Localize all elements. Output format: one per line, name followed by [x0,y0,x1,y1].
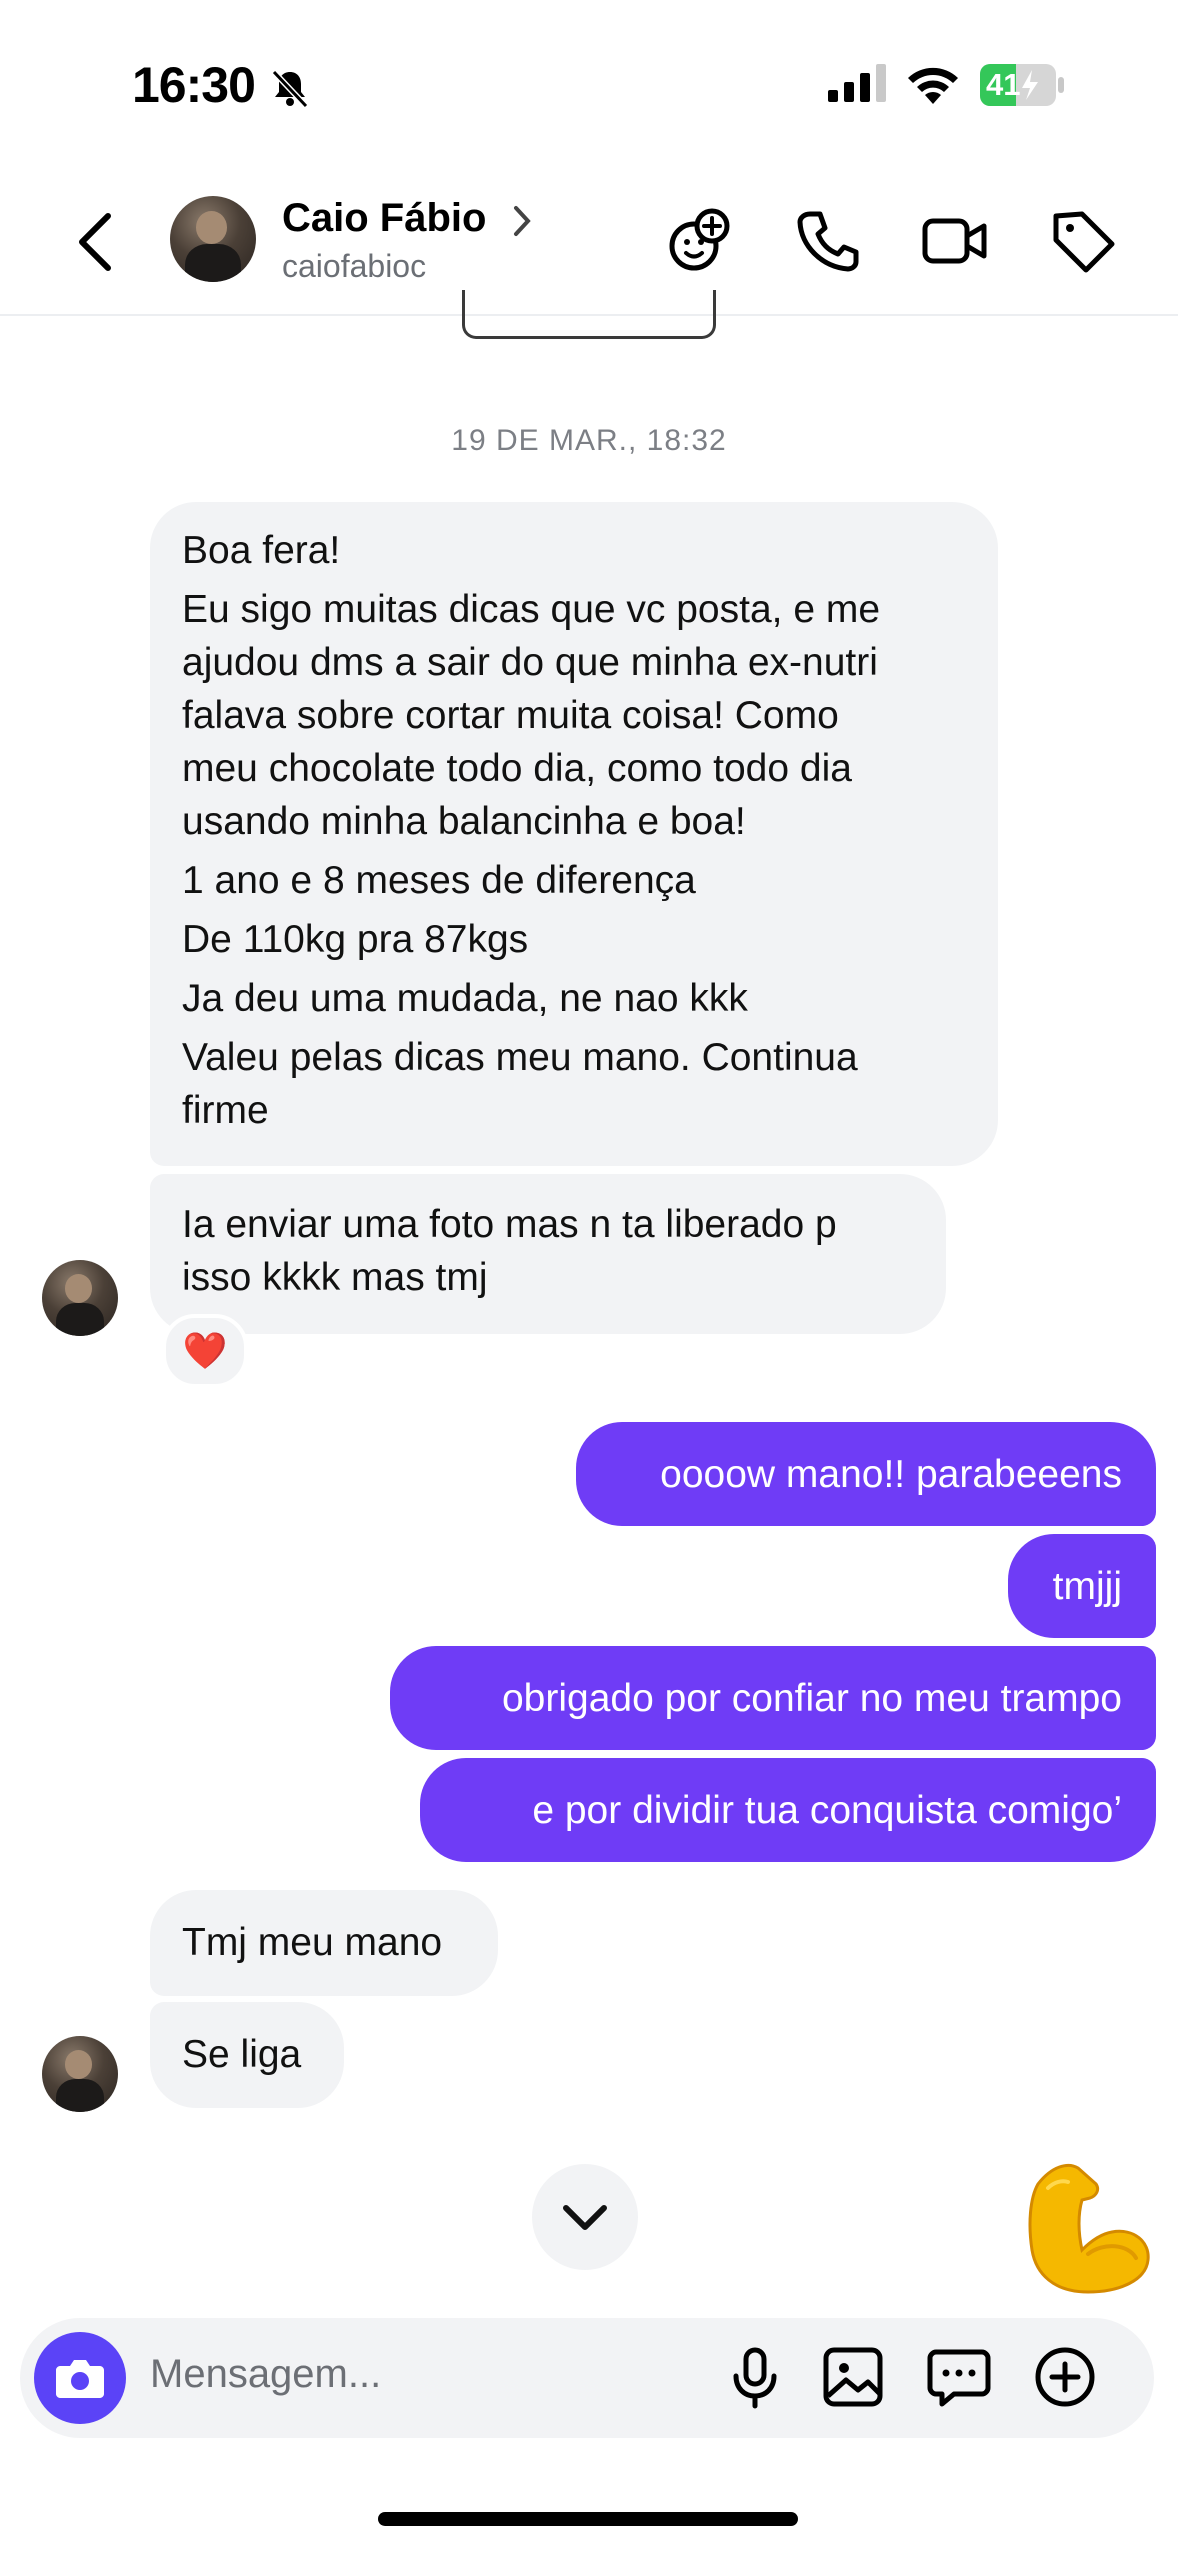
flexed-biceps-emoji[interactable] [1008,2154,1158,2304]
scroll-to-bottom-button[interactable] [532,2164,638,2270]
message-text: Se liga [182,2033,302,2076]
message-text: obrigado por confiar no meu trampo [501,1677,1122,1720]
status-time: 16:30 [132,57,256,113]
message-text: Ia enviar uma foto mas n ta liberado p is… [182,1198,837,1304]
battery-level: 41 [986,67,1021,102]
battery-charging-icon: 41 [980,64,1064,106]
message-text: e por dividir tua conquista comigo’ [532,1789,1122,1832]
message-text: Boa fera! Eu sigo muitas dicas que vc pos… [182,524,880,1137]
message-line: Ia enviar uma foto mas n ta liberado p [182,1203,837,1246]
message-line: 1 ano e 8 meses de diferença [182,859,696,902]
incoming-message-bubble[interactable]: Tmj meu mano [150,1890,498,1996]
gallery-icon[interactable] [818,2342,888,2412]
camera-button[interactable] [34,2332,126,2424]
outgoing-message-bubble[interactable]: obrigado por confiar no meu trampo [390,1646,1156,1750]
add-effects-icon[interactable] [664,206,734,276]
message-line: isso kkkk mas tmj [182,1256,488,1299]
signal-icon [828,64,886,102]
message-line: falava sobre cortar muita coisa! Como [182,694,839,737]
back-arrow-icon[interactable] [72,210,122,274]
message-line: firme [182,1089,269,1132]
contact-username: caiofabioc [282,248,427,284]
chat-icon[interactable] [924,2342,994,2412]
sender-avatar[interactable] [42,2036,118,2112]
wifi-icon [908,67,958,104]
incoming-message-bubble[interactable]: Boa fera! Eu sigo muitas dicas que vc pos… [150,502,998,1166]
plus-circle-icon[interactable] [1030,2342,1100,2412]
incoming-message-bubble[interactable]: Se liga [150,2002,344,2108]
incoming-message-bubble[interactable]: Ia enviar uma foto mas n ta liberado p is… [150,1174,946,1334]
message-line: usando minha balancinha e boa! [182,800,746,843]
outgoing-message-bubble[interactable]: oooow mano!! parabeeens [576,1422,1156,1526]
message-line: Eu sigo muitas dicas que vc posta, e me [182,588,881,631]
message-line: ajudou dms a sair do que minha ex-nutri [182,641,878,684]
message-line: Valeu pelas dicas meu mano. Continua [182,1036,858,1079]
contact-avatar[interactable] [170,196,256,282]
tag-icon[interactable] [1048,206,1118,276]
message-text: tmjjj [1052,1565,1122,1608]
contact-name[interactable]: Caio Fábio [282,196,486,241]
message-line: meu chocolate todo dia, como todo dia [182,747,852,790]
message-text: oooow mano!! parabeeens [660,1453,1122,1496]
camera-icon [56,2360,104,2398]
bell-slash-icon [271,69,309,109]
microphone-icon[interactable] [720,2342,790,2412]
chevron-right-icon[interactable] [512,204,534,238]
message-line: De 110kg pra 87kgs [182,918,529,961]
video-icon[interactable] [920,206,990,276]
home-indicator [378,2512,798,2526]
outgoing-message-bubble[interactable]: tmjjj [1008,1534,1156,1638]
message-input[interactable]: Mensagem... [150,2352,381,2397]
message-line: Ja deu uma mudada, ne nao kkk [182,977,748,1020]
phone-icon[interactable] [792,206,862,276]
chevron-down-icon [563,2205,607,2230]
date-separator: 19 DE MAR., 18:32 [451,424,727,457]
message-text: Tmj meu mano [182,1921,443,1964]
sender-avatar[interactable] [42,1260,118,1336]
message-line: Boa fera! [182,529,341,572]
previous-message-edge [462,290,716,339]
heart-reaction[interactable]: ❤️ [162,1314,248,1388]
outgoing-message-bubble[interactable]: e por dividir tua conquista comigo’ [420,1758,1156,1862]
